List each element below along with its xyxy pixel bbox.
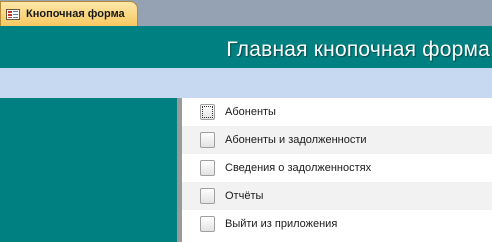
menu-item-exit[interactable]: Выйти из приложения (182, 210, 492, 238)
menu-item-subscribers[interactable]: Абоненты (182, 98, 492, 126)
switchboard-menu: Абоненты Абоненты и задолженности Сведен… (182, 98, 492, 242)
menu-item-debt-info[interactable]: Сведения о задолженностях (182, 154, 492, 182)
header-subband (0, 68, 492, 98)
page-title: Главная кнопочная форма (226, 38, 490, 61)
menu-label: Сведения о задолженностях (225, 162, 372, 174)
form-header: Главная кнопочная форма (0, 26, 492, 68)
menu-button-reports[interactable] (200, 188, 215, 204)
menu-item-reports[interactable]: Отчёты (182, 182, 492, 210)
menu-label: Абоненты (225, 106, 276, 118)
document-tab-label: Кнопочная форма (26, 8, 125, 20)
document-tab[interactable]: Кнопочная форма (0, 1, 138, 26)
menu-label: Отчёты (225, 190, 264, 202)
document-tab-strip: Кнопочная форма (0, 0, 492, 26)
menu-button-debt-info[interactable] (200, 160, 215, 176)
menu-label: Выйти из приложения (225, 218, 338, 230)
menu-button-subscribers[interactable] (200, 104, 215, 120)
menu-button-subscribers-debts[interactable] (200, 132, 215, 148)
menu-button-exit[interactable] (200, 216, 215, 232)
form-icon (6, 9, 20, 20)
menu-item-subscribers-debts[interactable]: Абоненты и задолженности (182, 126, 492, 154)
menu-label: Абоненты и задолженности (225, 134, 367, 146)
left-panel (0, 98, 177, 242)
